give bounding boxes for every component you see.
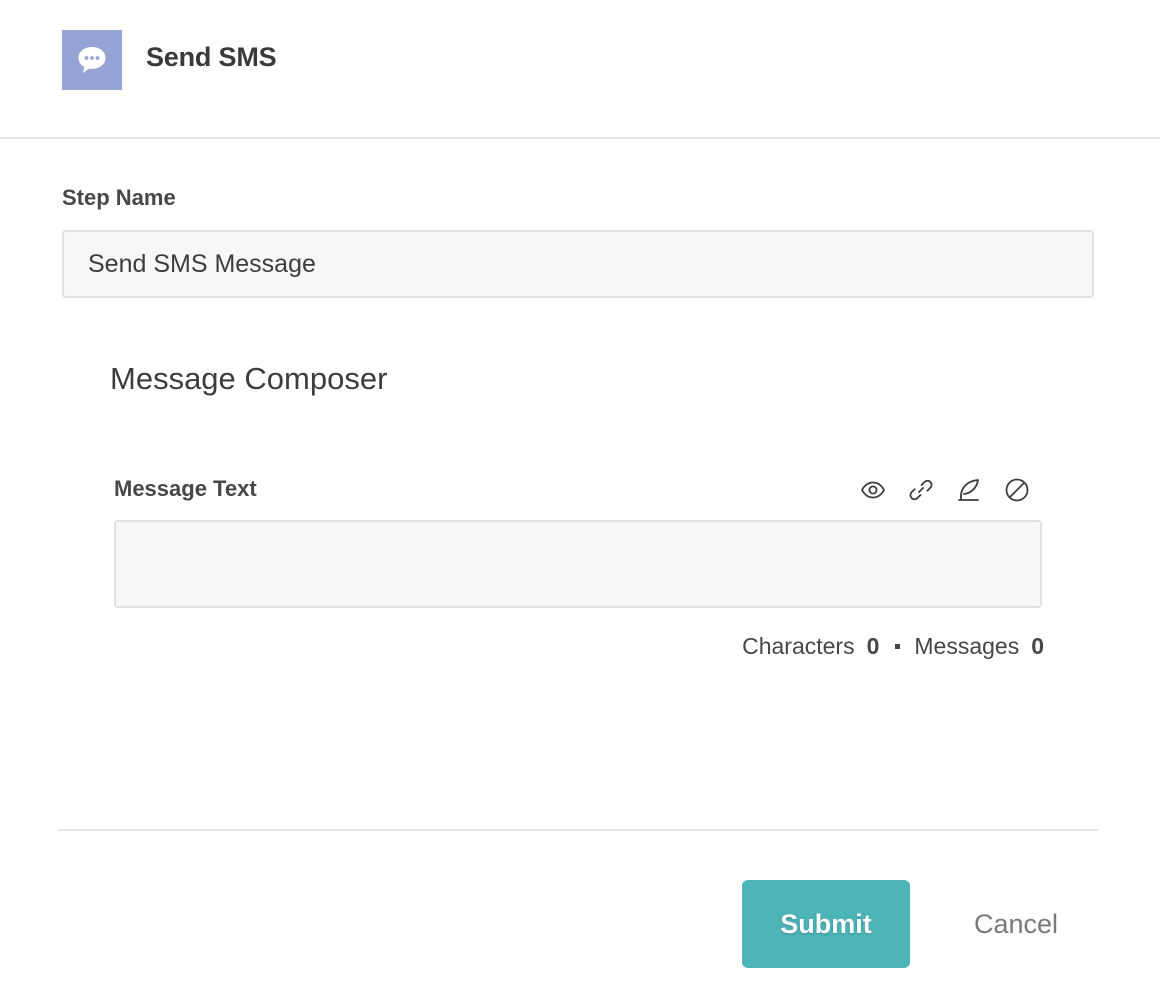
submit-button[interactable]: Submit (742, 880, 910, 968)
messages-count: 0 (1031, 633, 1044, 659)
chat-bubble-icon (62, 30, 122, 90)
header: Send SMS (0, 0, 1160, 139)
link-icon[interactable] (904, 474, 937, 506)
separator-dot (895, 644, 901, 649)
eye-icon[interactable] (856, 474, 889, 506)
footer-divider (58, 829, 1098, 831)
characters-count: 0 (866, 633, 880, 659)
characters-label: Characters (742, 633, 855, 659)
step-name-input[interactable] (62, 230, 1094, 298)
message-text-input[interactable] (114, 520, 1042, 608)
step-name-label: Step Name (62, 185, 176, 210)
cancel-button[interactable]: Cancel (952, 880, 1080, 968)
message-text-label: Message Text (114, 476, 257, 501)
messages-label: Messages (914, 633, 1020, 659)
message-toolbar (856, 474, 1033, 506)
block-icon[interactable] (1000, 474, 1033, 506)
message-counts: Characters 0 Messages 0 (742, 633, 1044, 660)
page-title: Send SMS (146, 42, 277, 72)
feather-icon[interactable] (952, 474, 985, 506)
composer-title: Message Composer (110, 361, 388, 396)
